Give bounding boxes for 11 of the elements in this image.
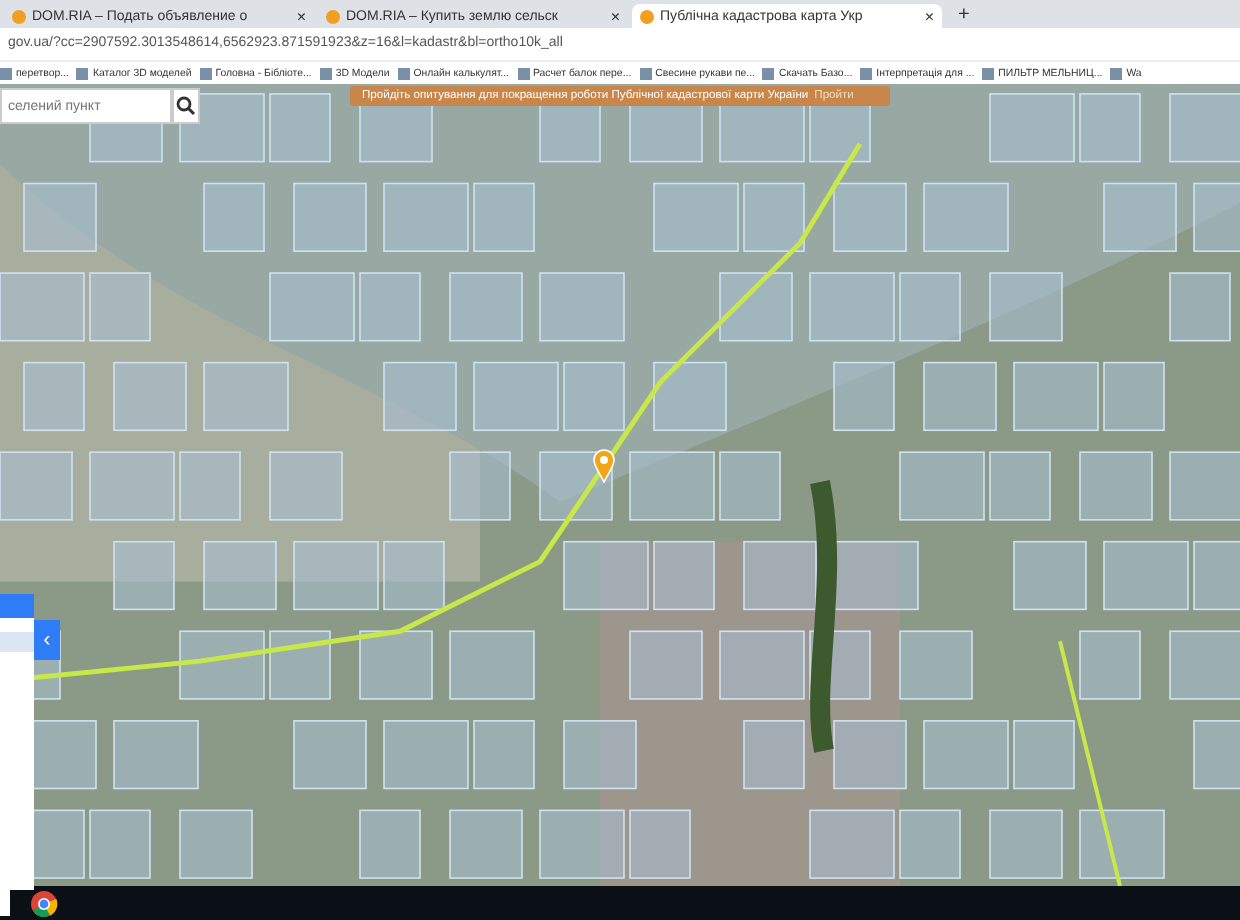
tab-close-button[interactable]: ×	[924, 7, 934, 25]
tab-favicon-icon	[640, 9, 654, 23]
new-tab-button[interactable]: +	[946, 3, 982, 25]
tab-close-button[interactable]: ×	[296, 7, 306, 25]
browser-icon[interactable]	[30, 889, 58, 917]
search-icon[interactable]	[172, 88, 200, 124]
tab-favicon-icon	[326, 9, 340, 23]
map-pin-icon	[592, 448, 616, 484]
tab-close-button[interactable]: ×	[610, 7, 620, 25]
tab-favicon-icon	[12, 9, 26, 23]
panel-toggle-button[interactable]: ‹	[34, 620, 60, 660]
